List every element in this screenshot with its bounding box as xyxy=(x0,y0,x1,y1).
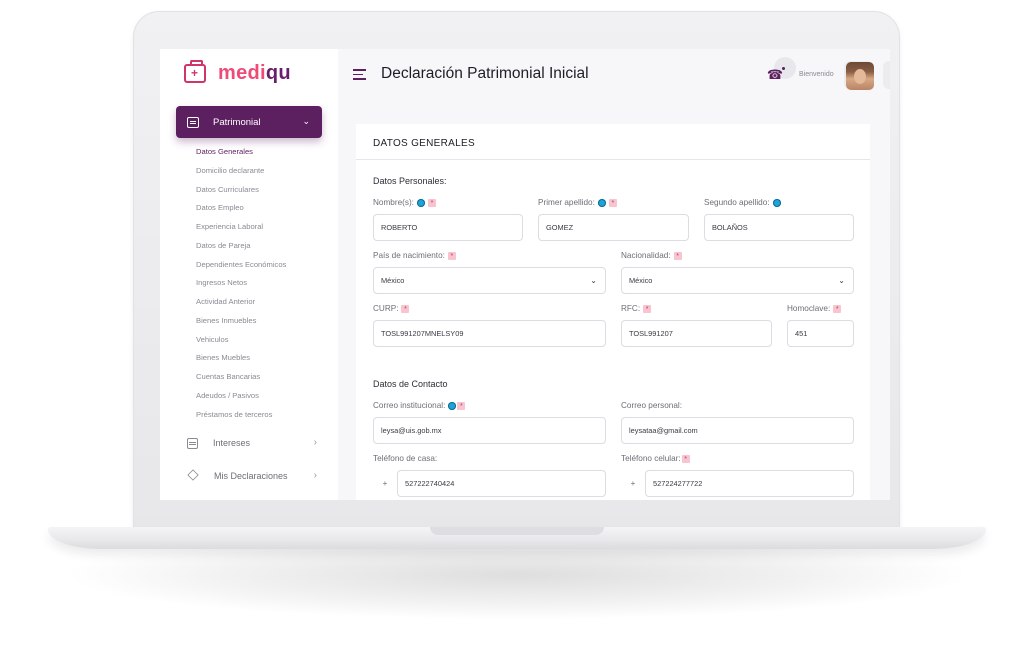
info-icon[interactable] xyxy=(597,198,606,207)
brand-name: mediqu xyxy=(218,62,291,84)
submenu-item[interactable]: Bienes Muebles xyxy=(196,352,286,371)
required-icon: * xyxy=(643,304,652,313)
sidebar-item-label: Patrimonial xyxy=(213,116,261,128)
homoclave-label: Homoclave: * xyxy=(787,304,842,313)
submenu-item[interactable]: Domicilio declarante xyxy=(196,165,286,184)
telefono-casa-prefix: + xyxy=(382,479,388,488)
submenu-item[interactable]: Ingresos Netos xyxy=(196,277,286,296)
required-icon: * xyxy=(608,198,617,207)
required-icon: * xyxy=(833,304,842,313)
layers-icon xyxy=(187,470,199,482)
correo-institucional-label: Correo institucional: * xyxy=(373,401,466,410)
required-icon: * xyxy=(401,304,410,313)
menu-icon[interactable] xyxy=(353,69,366,83)
patrimonial-submenu: Datos Generales Domicilio declarante Dat… xyxy=(196,146,286,427)
submenu-item[interactable]: Datos de Pareja xyxy=(196,240,286,259)
avatar[interactable] xyxy=(846,62,874,90)
patrimonial-icon xyxy=(187,116,199,128)
divider xyxy=(356,159,870,160)
submenu-item[interactable]: Datos Generales xyxy=(196,146,286,165)
nacionalidad-label: Nacionalidad: * xyxy=(621,251,682,260)
welcome-text: Bienvenido xyxy=(799,71,834,78)
correo-personal-label: Correo personal: xyxy=(621,401,682,410)
notification-dot xyxy=(782,67,785,70)
segundo-apellido-label: Segundo apellido: xyxy=(704,198,781,207)
telefono-celular-prefix: + xyxy=(630,479,636,488)
submenu-item[interactable]: Actividad Anterior xyxy=(196,296,286,315)
curp-input[interactable]: TOSL991207MNELSY09 xyxy=(373,320,606,347)
info-icon[interactable] xyxy=(448,401,457,410)
submenu-item[interactable]: Adeudos / Pasivos xyxy=(196,390,286,409)
segundo-apellido-input[interactable]: BOLAÑOS xyxy=(704,214,854,241)
telefono-casa-label: Teléfono de casa: xyxy=(373,454,438,463)
intereses-icon xyxy=(187,437,198,449)
required-icon: * xyxy=(673,251,682,260)
medical-kit-icon: + xyxy=(184,60,206,83)
sidebar-item-patrimonial[interactable]: Patrimonial ⌄ xyxy=(176,106,322,138)
nacionalidad-select[interactable]: México ⌄ xyxy=(621,267,854,294)
submenu-item[interactable]: Dependientes Económicos xyxy=(196,259,286,278)
pais-select-value: México xyxy=(381,276,405,285)
submenu-item[interactable]: Datos Empleo xyxy=(196,202,286,221)
section-title-contacto: Datos de Contacto xyxy=(373,379,448,389)
apps-button[interactable] xyxy=(883,61,890,89)
notification-icon: ☎ xyxy=(766,67,784,82)
submenu-item[interactable]: Experiencia Laboral xyxy=(196,221,286,240)
chevron-down-icon: ⌄ xyxy=(838,276,845,285)
correo-institucional-input[interactable]: leysa@uis.gob.mx xyxy=(373,417,606,444)
pais-label: País de nacimiento: * xyxy=(373,251,456,260)
nacionalidad-select-value: México xyxy=(629,276,653,285)
laptop-notch xyxy=(430,527,604,535)
correo-personal-input[interactable]: leysataa@gmail.com xyxy=(621,417,854,444)
logo[interactable]: + mediqu xyxy=(184,60,291,85)
required-icon: * xyxy=(447,251,456,260)
submenu-item[interactable]: Vehiculos xyxy=(196,334,286,353)
card-title: DATOS GENERALES xyxy=(373,138,475,149)
telefono-casa-input[interactable]: 527222740424 xyxy=(397,470,606,497)
page-title: Declaración Patrimonial Inicial xyxy=(381,65,589,82)
chevron-down-icon: ⌄ xyxy=(590,276,597,285)
rfc-input[interactable]: TOSL991207 xyxy=(621,320,772,347)
sidebar-item-mis-declaraciones[interactable]: Mis Declaraciones › xyxy=(187,469,317,483)
sidebar-item-label: Intereses xyxy=(213,438,251,448)
curp-label: CURP: * xyxy=(373,304,410,313)
required-icon: * xyxy=(457,401,466,410)
sidebar: + mediqu Patrimonial ⌄ Datos Generales D… xyxy=(160,49,338,500)
submenu-item[interactable]: Préstamos de terceros xyxy=(196,409,286,428)
telefono-celular-input[interactable]: 527224277722 xyxy=(645,470,854,497)
submenu-item[interactable]: Datos Curriculares xyxy=(196,184,286,203)
nombre-label: Nombre(s): * xyxy=(373,198,436,207)
chevron-right-icon: › xyxy=(313,437,317,448)
submenu-item[interactable]: Cuentas Bancarias xyxy=(196,371,286,390)
chevron-down-icon: ⌄ xyxy=(302,116,310,126)
pais-select[interactable]: México ⌄ xyxy=(373,267,606,294)
nombre-input[interactable]: ROBERTO xyxy=(373,214,523,241)
required-icon: * xyxy=(681,454,690,463)
homoclave-input[interactable]: 451 xyxy=(787,320,854,347)
sidebar-item-label: Mis Declaraciones xyxy=(214,471,288,481)
primer-apellido-input[interactable]: GOMEZ xyxy=(538,214,689,241)
notification-button[interactable]: ☎ xyxy=(761,61,789,89)
telefono-celular-label: Teléfono celular: * xyxy=(621,454,690,463)
sidebar-item-intereses[interactable]: Intereses › xyxy=(187,436,317,450)
chevron-right-icon: › xyxy=(313,470,317,481)
laptop-screen: + mediqu Patrimonial ⌄ Datos Generales D… xyxy=(160,49,890,500)
datos-generales-card: DATOS GENERALES Datos Personales: Nombre… xyxy=(356,124,870,500)
info-icon[interactable] xyxy=(416,198,425,207)
section-title-personal: Datos Personales: xyxy=(373,176,447,186)
submenu-item[interactable]: Bienes Inmuebles xyxy=(196,315,286,334)
rfc-label: RFC: * xyxy=(621,304,652,313)
required-icon: * xyxy=(427,198,436,207)
primer-apellido-label: Primer apellido: * xyxy=(538,198,617,207)
info-icon[interactable] xyxy=(772,198,781,207)
